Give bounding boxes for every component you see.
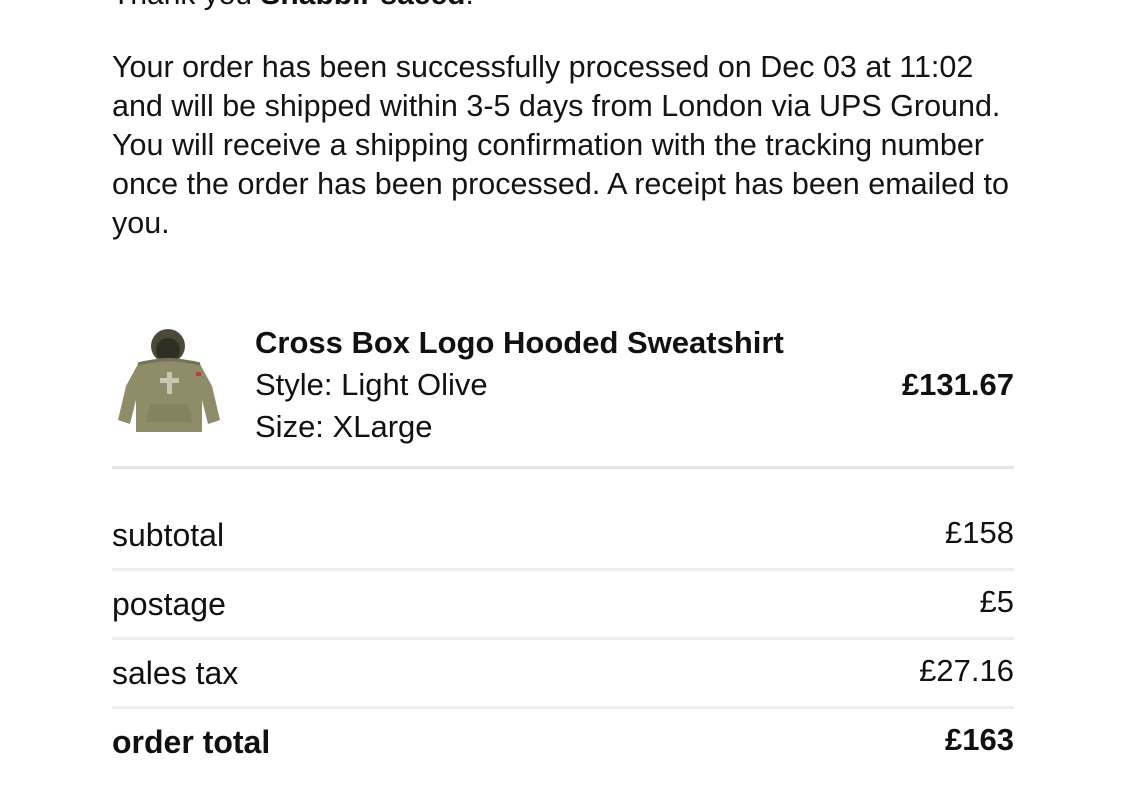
subtotal-row: subtotal £158 [112,502,1014,571]
postage-row: postage £5 [112,571,1014,640]
order-confirmation-page: Thank you Shabbir saeed. Your order has … [0,0,1125,785]
order-total-label: order total [112,724,271,760]
subtotal-label: subtotal [112,517,225,553]
thank-you-prefix: Thank you [112,0,260,11]
order-total-value: £163 [945,722,1014,757]
postage-value: £5 [979,584,1014,619]
order-totals: subtotal £158 postage £5 sales tax £27.1… [112,502,1014,775]
thank-you-suffix: . [466,0,474,11]
item-name: Cross Box Logo Hooded Sweatshirt [255,325,784,360]
sales-tax-row: sales tax £27.16 [112,640,1014,709]
subtotal-value: £158 [945,515,1014,550]
hooded-sweatshirt-image [116,324,228,436]
sales-tax-value: £27.16 [919,653,1014,688]
sales-tax-label: sales tax [112,655,239,691]
order-total-row: order total £163 [112,709,1014,775]
postage-label: postage [112,586,226,622]
thank-you-line: Thank you Shabbir saeed. [112,0,474,12]
customer-name: Shabbir saeed [260,0,465,11]
item-price: £131.67 [901,367,1014,402]
order-item: Cross Box Logo Hooded Sweatshirt Style: … [112,318,1014,469]
order-status-message: Your order has been successfully process… [112,50,1009,240]
item-style: Style: Light Olive [255,367,488,402]
item-size: Size: XLarge [255,409,433,444]
